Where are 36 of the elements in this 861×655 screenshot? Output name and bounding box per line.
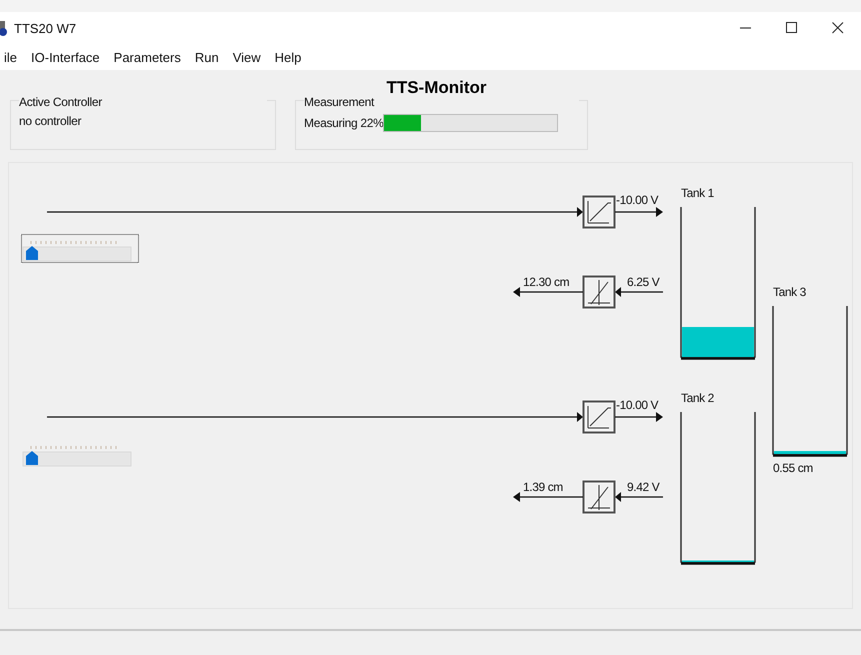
slider[interactable] <box>21 234 139 263</box>
sensor-voltage: 9.42 V <box>627 480 660 494</box>
output-arrow <box>513 492 583 502</box>
sensor-height: 1.39 cm <box>523 480 563 494</box>
sensor-block-icon <box>582 276 616 308</box>
app-icon <box>0 20 8 36</box>
input-arrow <box>615 287 663 297</box>
tank-label: Tank 3 <box>773 285 806 299</box>
menu-item[interactable]: Run <box>188 48 226 66</box>
tank-reading: 0.55 cm <box>773 461 813 475</box>
menu-item[interactable]: Help <box>268 48 308 66</box>
sensor-height: 12.30 cm <box>523 275 570 289</box>
group-label: Measurement <box>304 95 579 109</box>
maximize-icon <box>786 22 798 34</box>
controller-value: no controller <box>19 114 82 128</box>
slider[interactable] <box>22 446 132 466</box>
menu-item[interactable]: Parameters <box>106 48 188 66</box>
saturation-block-icon <box>582 400 616 434</box>
tank-label: Tank 2 <box>681 391 714 405</box>
menu-item[interactable]: IO-Interface <box>24 48 107 66</box>
pump-voltage: -10.00 V <box>616 398 658 412</box>
menu-item[interactable]: ile <box>0 48 24 66</box>
output-arrow <box>615 412 663 422</box>
close-icon <box>832 22 844 34</box>
output-arrow <box>615 207 663 217</box>
pump-voltage: -10.00 V <box>616 193 658 207</box>
sensor-block-icon <box>582 480 616 514</box>
menu-item[interactable]: View <box>226 48 268 66</box>
saturation-block-icon <box>582 196 616 228</box>
output-arrow <box>513 287 583 297</box>
tank-label: Tank 1 <box>681 186 714 200</box>
group-label: Active Controller <box>19 95 267 109</box>
input-arrow <box>615 492 663 502</box>
sensor-voltage: 6.25 V <box>627 275 660 289</box>
window-title: TTS20 W7 <box>14 20 78 36</box>
measuring-status: Measuring 22% <box>304 116 384 130</box>
